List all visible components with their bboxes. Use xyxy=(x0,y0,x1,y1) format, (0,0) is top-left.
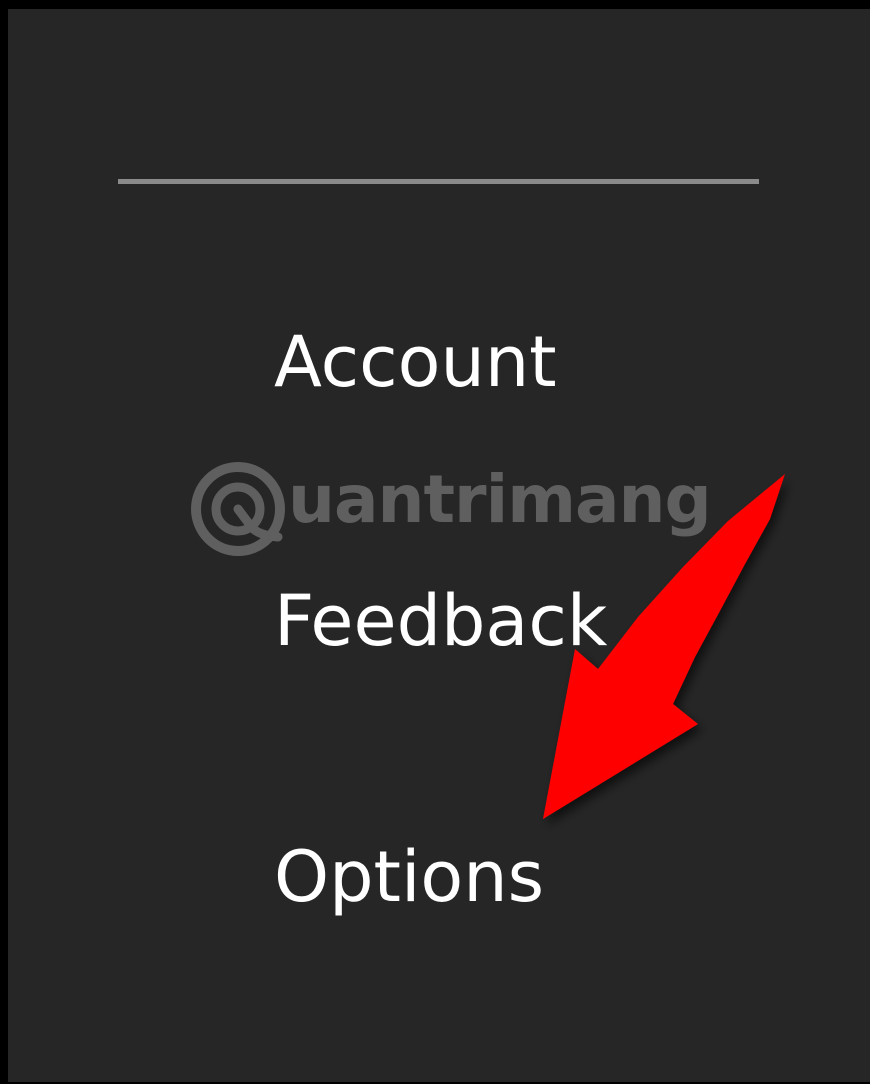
menu-item-feedback[interactable]: Feedback xyxy=(274,586,607,656)
backstage-menu-panel: Account uantrimang Feedback Options xyxy=(8,9,870,1082)
menu-item-options[interactable]: Options xyxy=(274,842,544,912)
menu-divider xyxy=(118,179,759,184)
watermark-q-icon xyxy=(191,462,285,556)
menu-item-account[interactable]: Account xyxy=(274,327,557,397)
watermark-logo: uantrimang xyxy=(190,449,770,569)
watermark-text: uantrimang xyxy=(288,461,712,538)
